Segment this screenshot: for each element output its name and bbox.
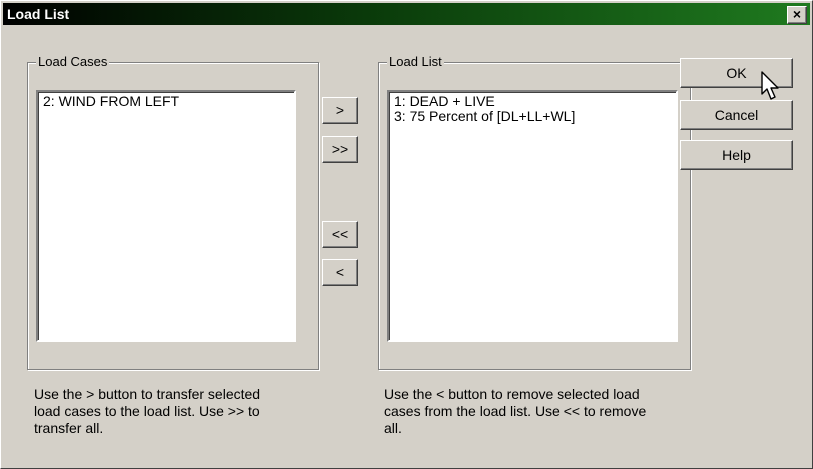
load-cases-listbox[interactable]: 2: WIND FROM LEFT bbox=[36, 90, 296, 342]
load-list-dialog: Load List × Load Cases 2: WIND FROM LEFT… bbox=[0, 0, 813, 469]
load-list-group-label: Load List bbox=[387, 54, 444, 69]
list-item[interactable]: 1: DEAD + LIVE bbox=[391, 94, 575, 109]
load-list-listbox[interactable]: 1: DEAD + LIVE 3: 75 Percent of [DL+LL+W… bbox=[387, 90, 678, 342]
help-button[interactable]: Help bbox=[680, 140, 793, 170]
close-icon: × bbox=[792, 6, 802, 22]
load-cases-group-label: Load Cases bbox=[36, 54, 110, 69]
remove-button[interactable]: < bbox=[322, 259, 358, 286]
title-bar[interactable]: Load List × bbox=[3, 3, 810, 25]
close-button[interactable]: × bbox=[787, 6, 807, 24]
list-item[interactable]: 2: WIND FROM LEFT bbox=[40, 94, 179, 109]
remove-all-button[interactable]: << bbox=[322, 221, 358, 248]
add-all-button[interactable]: >> bbox=[322, 136, 358, 163]
load-cases-items: 2: WIND FROM LEFT bbox=[40, 94, 179, 109]
add-button[interactable]: > bbox=[322, 97, 358, 124]
load-cases-hint: Use the > button to transfer selected lo… bbox=[34, 386, 261, 436]
list-item[interactable]: 3: 75 Percent of [DL+LL+WL] bbox=[391, 109, 575, 124]
arrow-cursor-icon bbox=[761, 71, 779, 100]
load-list-hint: Use the < button to remove selected load… bbox=[384, 386, 647, 436]
load-cases-group: Load Cases 2: WIND FROM LEFT bbox=[27, 54, 319, 370]
load-list-items: 1: DEAD + LIVE 3: 75 Percent of [DL+LL+W… bbox=[391, 94, 575, 124]
window-title: Load List bbox=[7, 6, 70, 22]
cancel-button[interactable]: Cancel bbox=[680, 100, 793, 130]
load-list-group: Load List 1: DEAD + LIVE 3: 75 Percent o… bbox=[378, 54, 691, 370]
